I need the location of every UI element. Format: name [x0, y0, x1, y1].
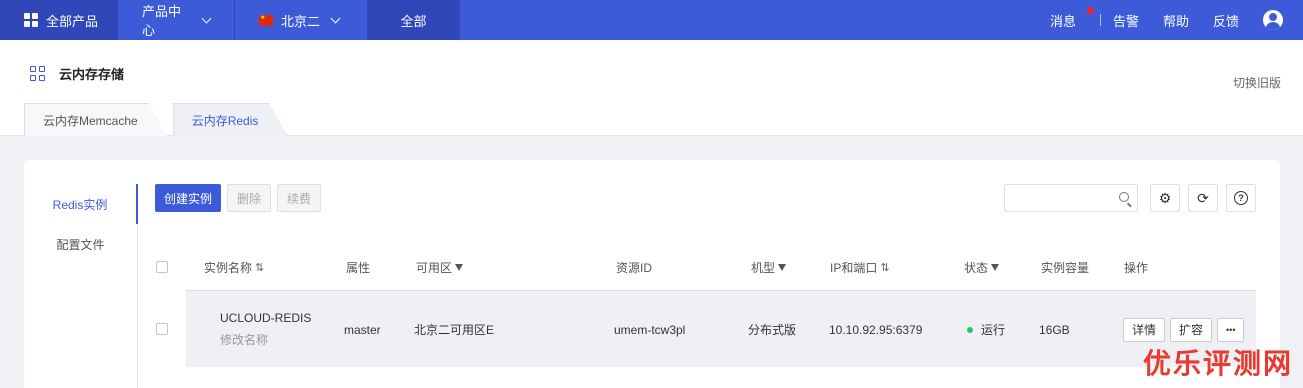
alerts-link[interactable]: 告警 [1101, 11, 1151, 30]
instance-name: UCLOUD-REDIS [220, 311, 312, 325]
col-actions: 操作 [1124, 260, 1149, 275]
ip-port-cell: 10.10.92.95:6379 [829, 322, 923, 337]
user-avatar-icon[interactable] [1263, 10, 1283, 30]
scale-button[interactable]: 扩容 [1170, 317, 1213, 342]
grid-icon [24, 13, 38, 27]
filter-icon [455, 263, 464, 271]
nav-right: 消息 告警 帮助 反馈 [1026, 0, 1303, 40]
col-zone[interactable]: 可用区 [416, 244, 464, 290]
all-products-menu[interactable]: 全部产品 [0, 0, 118, 40]
project-all-tab[interactable]: 全部 [368, 0, 460, 40]
help-link[interactable]: 帮助 [1151, 11, 1201, 30]
feedback-link[interactable]: 反馈 [1201, 11, 1251, 30]
col-type[interactable]: 机型 [751, 244, 787, 290]
col-capacity: 实例容量 [1041, 260, 1090, 275]
refresh-button[interactable]: ⟳ [1188, 184, 1218, 212]
sidebar-item-config-files[interactable]: 配置文件 [24, 224, 137, 264]
status-cell: 运行 [967, 291, 1005, 368]
help-button[interactable]: ? [1226, 184, 1256, 212]
chevron-down-icon [330, 13, 341, 23]
watermark: 优乐评测网 [1142, 347, 1293, 380]
question-icon: ? [1234, 191, 1248, 205]
content-card: Redis实例 配置文件 创建实例 删除 续费 ⚙ ⟳ ? 实例名称 ⇅ 属性 可… [24, 160, 1280, 388]
col-attr: 属性 [346, 260, 371, 275]
tab-memcache[interactable]: 云内存Memcache [24, 103, 167, 136]
apps-icon [30, 66, 45, 81]
project-all-label: 全部 [400, 13, 427, 29]
col-ip-port[interactable]: IP和端口 ⇅ [830, 244, 890, 290]
col-status[interactable]: 状态 [964, 244, 1000, 290]
table-header: 实例名称 ⇅ 属性 可用区 资源ID 机型 IP和端口 ⇅ 状态 实例容量 操作 [154, 244, 1254, 290]
table-row: UCLOUD-REDIS 修改名称 master 北京二可用区E umem-tc… [186, 290, 1256, 367]
product-center-label: 产品中心 [142, 4, 182, 38]
resource-id-cell: umem-tcw3pl [614, 322, 686, 337]
unread-dot [1086, 6, 1094, 14]
type-cell: 分布式版 [748, 323, 797, 337]
page-title: 云内存存储 [59, 67, 125, 82]
page-header: 云内存存储 切换旧版 云内存Memcache 云内存Redis [0, 40, 1303, 136]
more-actions-button[interactable]: ••• [1217, 317, 1245, 342]
sort-icon: ⇅ [880, 261, 890, 274]
tab-redis[interactable]: 云内存Redis [173, 103, 288, 136]
refresh-icon: ⟳ [1197, 189, 1209, 206]
delete-button[interactable]: 删除 [227, 184, 272, 212]
chevron-down-icon [201, 13, 212, 23]
attr-cell: master [344, 322, 381, 337]
filter-icon [991, 263, 1000, 271]
details-button[interactable]: 详情 [1123, 317, 1166, 342]
gear-icon: ⚙ [1158, 189, 1172, 206]
row-checkbox[interactable] [156, 323, 168, 335]
product-center-menu[interactable]: 产品中心 [118, 0, 235, 40]
col-resource-id: 资源ID [616, 260, 653, 275]
top-nav: 全部产品 产品中心 北京二 全部 消息 告警 帮助 反馈 [0, 0, 1303, 40]
filter-icon [778, 263, 787, 271]
settings-button[interactable]: ⚙ [1150, 184, 1180, 212]
region-label: 北京二 [281, 13, 321, 29]
col-name[interactable]: 实例名称 ⇅ [204, 244, 264, 290]
status-dot [967, 326, 973, 333]
rename-link[interactable]: 修改名称 [220, 331, 268, 348]
zone-cell: 北京二可用区E [414, 323, 495, 337]
create-instance-button[interactable]: 创建实例 [155, 184, 222, 212]
sidebar: Redis实例 配置文件 [24, 184, 138, 388]
renew-button[interactable]: 续费 [277, 184, 322, 212]
select-all-checkbox[interactable] [156, 261, 168, 273]
messages-link[interactable]: 消息 [1026, 6, 1100, 30]
search-input[interactable] [1004, 184, 1138, 212]
status-label: 运行 [981, 323, 1006, 337]
product-tabs: 云内存Memcache 云内存Redis [24, 103, 287, 136]
capacity-cell: 16GB [1039, 322, 1070, 337]
switch-old-version-link[interactable]: 切换旧版 [1233, 74, 1281, 91]
region-selector[interactable]: 北京二 [235, 0, 368, 40]
search-icon [1119, 192, 1129, 202]
china-flag-icon [259, 14, 273, 26]
all-products-label: 全部产品 [46, 13, 99, 29]
title-row: 云内存存储 [30, 64, 124, 83]
sort-icon: ⇅ [255, 261, 265, 274]
sidebar-item-redis-instances[interactable]: Redis实例 [24, 184, 138, 224]
